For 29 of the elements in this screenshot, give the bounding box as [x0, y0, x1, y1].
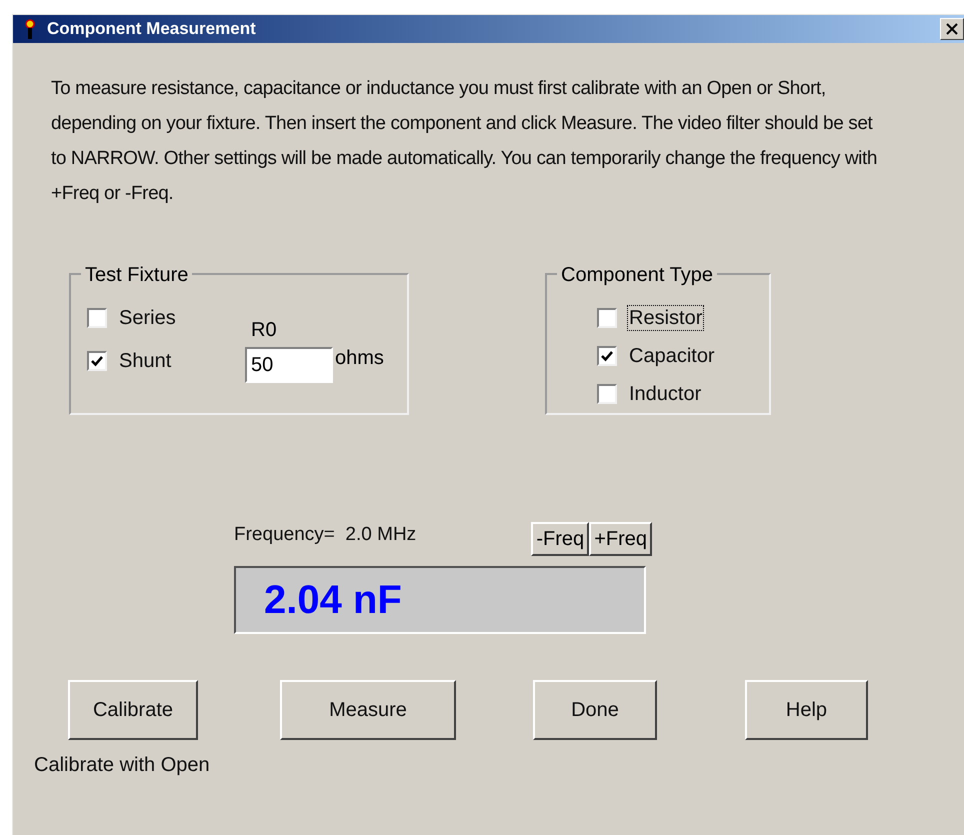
checkbox-label: Inductor — [628, 382, 702, 407]
frequency-step-button[interactable]: +Freq — [589, 522, 652, 556]
checkbox[interactable] — [597, 308, 617, 328]
dialog-button[interactable]: Calibrate — [68, 680, 198, 740]
ohms-unit-label: ohms — [335, 346, 384, 371]
checkbox-label: Capacitor — [628, 344, 716, 369]
dialog-button[interactable]: Measure — [280, 680, 456, 740]
checkbox[interactable] — [597, 384, 617, 404]
frequency-step-button[interactable]: -Freq — [531, 522, 590, 556]
calibrate-hint-text: Calibrate with Open — [34, 752, 211, 778]
checkbox[interactable] — [597, 346, 617, 366]
measured-value: 2.04 nF — [264, 576, 402, 624]
close-icon — [946, 23, 958, 35]
checkbox[interactable] — [87, 308, 107, 328]
r0-input-field[interactable]: 50 — [245, 347, 333, 383]
checkbox-label: Shunt — [118, 349, 172, 374]
checkbox[interactable] — [87, 351, 107, 371]
checkbox-label: Series — [118, 306, 177, 331]
dialog-button[interactable]: Help — [745, 680, 868, 740]
checkmark-icon — [600, 350, 614, 362]
instructions-text: To measure resistance, capacitance or inductance you must first calibrate with an Open or Short, depending on your fixture. Then insert the component and click Measure. The video filter should be set to NARROW. Other settings will be made automatically. You can temporarily change the frequency with +Freq or -Freq. — [51, 77, 878, 206]
dialog-button[interactable]: Done — [533, 680, 657, 740]
r0-label: R0 — [251, 318, 277, 343]
close-button[interactable] — [940, 18, 964, 40]
checkbox-label: Resistor — [627, 305, 704, 331]
frequency-readout: Frequency= 2.0 MHz — [234, 523, 416, 547]
window-title: Component Measurement — [47, 18, 256, 40]
app-icon — [23, 18, 37, 40]
checkmark-icon — [90, 355, 104, 367]
